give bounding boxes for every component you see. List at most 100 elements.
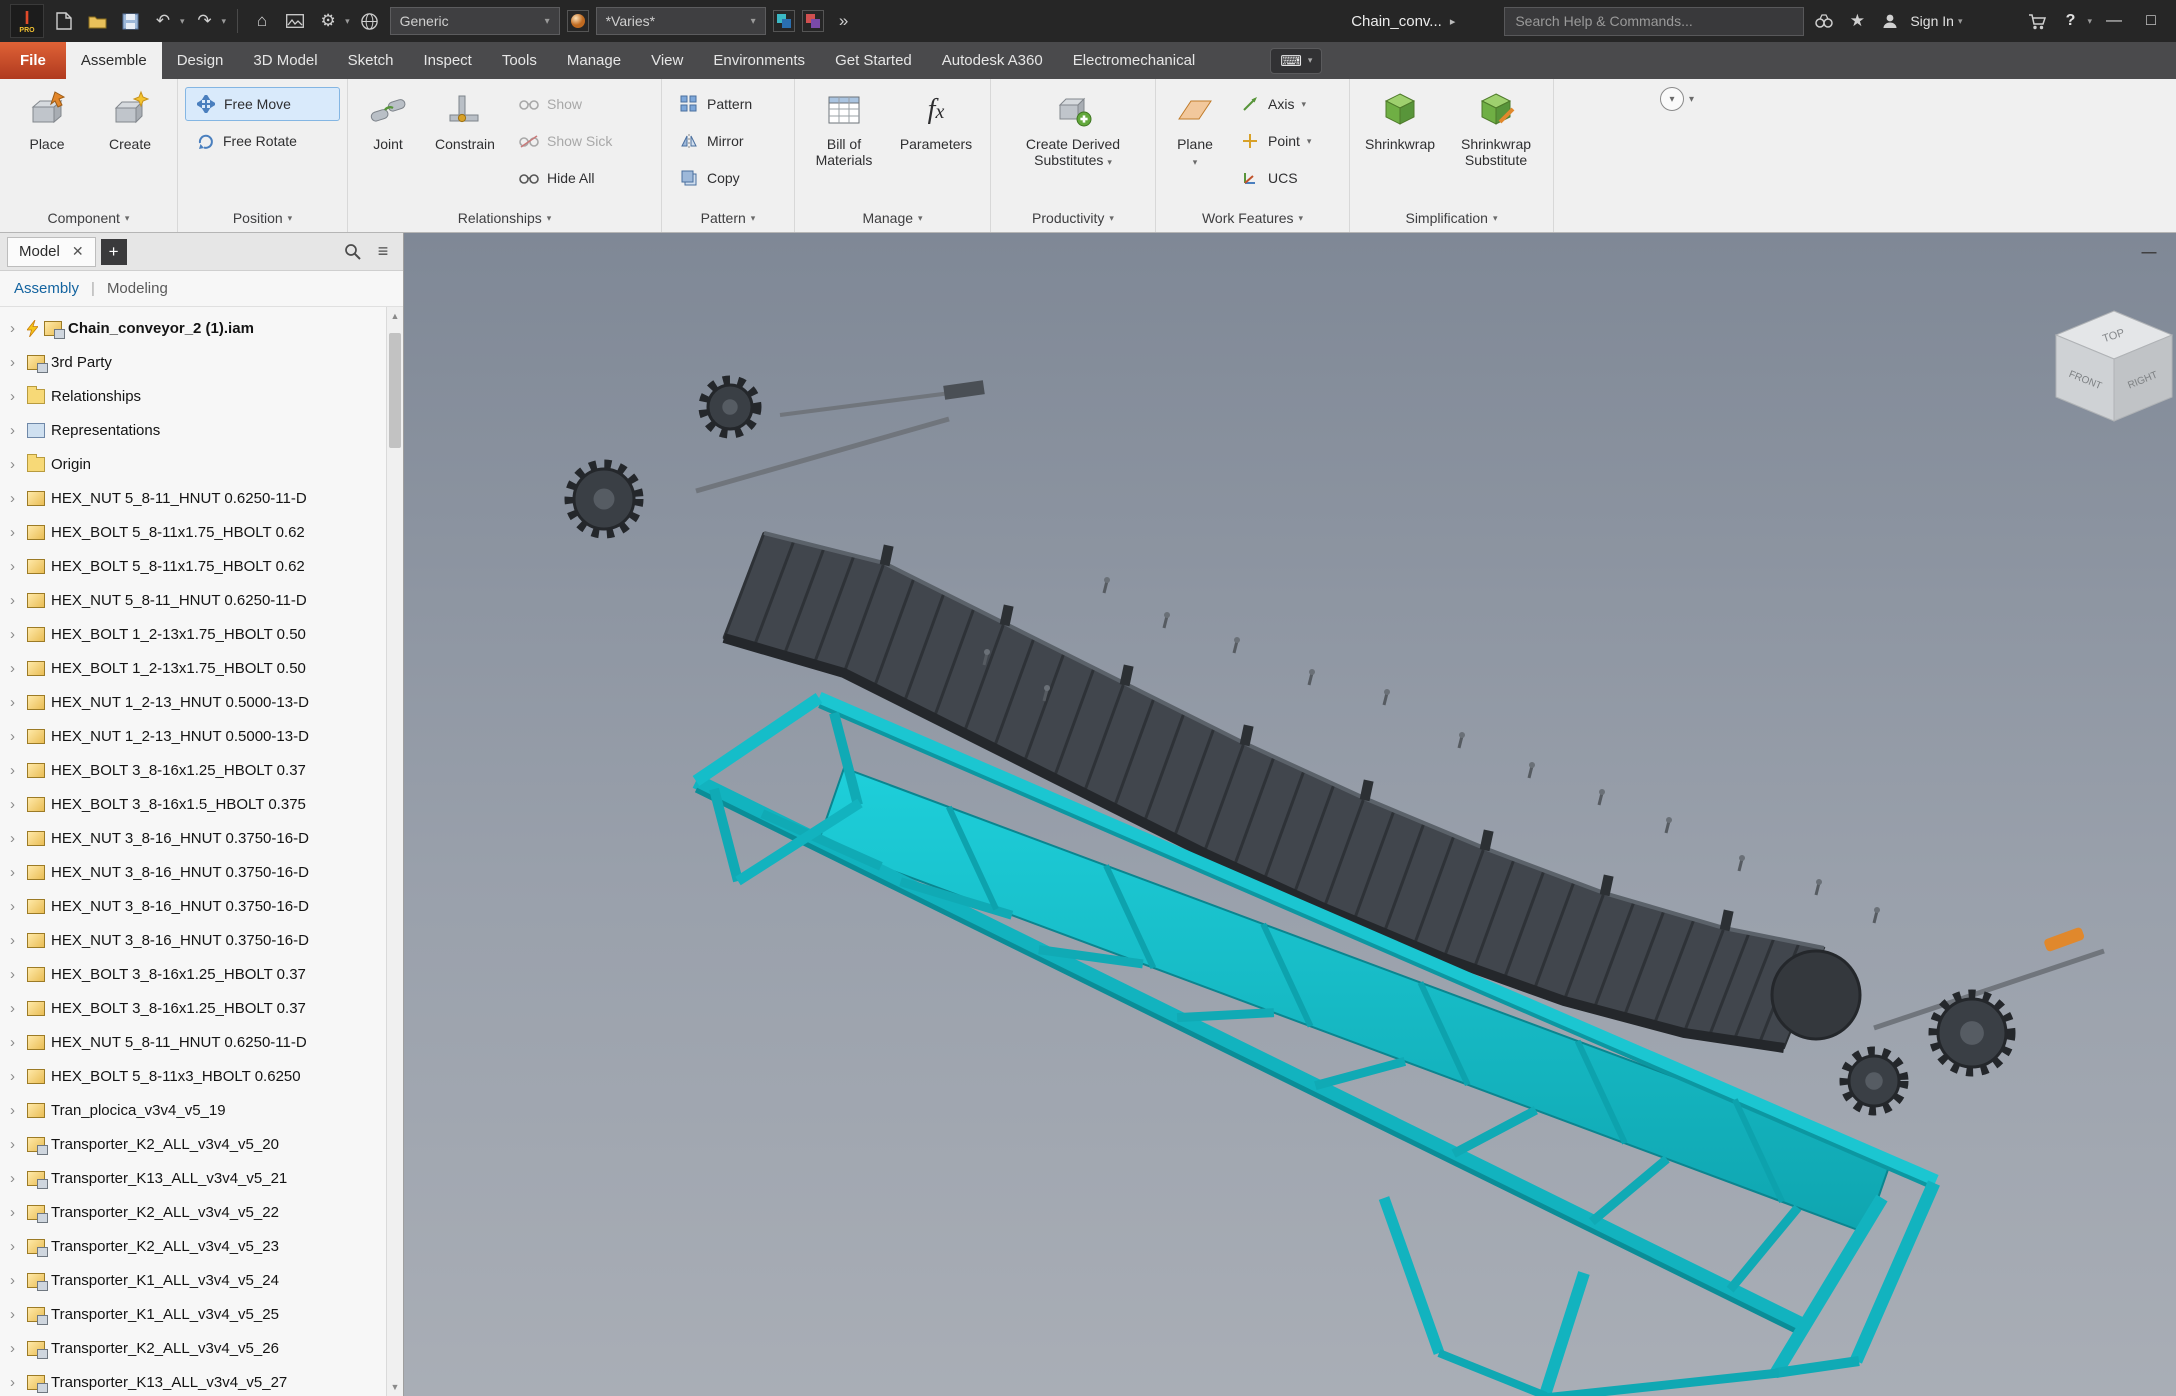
panel-label-component[interactable]: Component ▾ bbox=[0, 204, 177, 232]
tree-item[interactable]: › Transporter_K2_ALL_v3v4_v5_26 bbox=[6, 1331, 383, 1365]
tree-item[interactable]: › Representations bbox=[6, 413, 383, 447]
material-dropdown[interactable]: Generic ▾ bbox=[389, 7, 560, 35]
ribbon-options-pill[interactable]: ⌨ ▾ bbox=[1270, 47, 1323, 74]
shrinkwrap-button[interactable]: Shrinkwrap bbox=[1357, 82, 1443, 204]
shrinkwrap-substitute-button[interactable]: Shrinkwrap Substitute bbox=[1446, 82, 1546, 204]
adjust-swatch2-button[interactable] bbox=[801, 10, 824, 32]
expand-icon[interactable]: › bbox=[10, 762, 21, 779]
browser-tab-model[interactable]: Model ✕ bbox=[7, 236, 96, 267]
sprocket[interactable] bbox=[1839, 1046, 1909, 1116]
expand-icon[interactable]: › bbox=[10, 490, 21, 507]
expand-icon[interactable]: › bbox=[10, 388, 21, 405]
subtab-modeling[interactable]: Modeling bbox=[107, 280, 168, 297]
help-button[interactable]: ? bbox=[2057, 8, 2083, 34]
tree-item[interactable]: › HEX_BOLT 3_8-16x1.25_HBOLT 0.37 bbox=[6, 753, 383, 787]
place-button[interactable]: Place bbox=[7, 82, 87, 204]
joint-button[interactable]: Joint bbox=[355, 82, 421, 204]
search-input[interactable] bbox=[1504, 6, 1805, 36]
ucs-button[interactable]: UCS bbox=[1230, 161, 1342, 195]
free-rotate-button[interactable]: Free Rotate bbox=[185, 124, 340, 158]
panel-label-relationships[interactable]: Relationships ▾ bbox=[348, 204, 661, 232]
constrain-button[interactable]: Constrain bbox=[424, 82, 506, 204]
sprocket[interactable] bbox=[564, 459, 644, 539]
tree-item[interactable]: › 3rd Party bbox=[6, 345, 383, 379]
tree-item[interactable]: › HEX_NUT 3_8-16_HNUT 0.3750-16-D bbox=[6, 855, 383, 889]
expand-icon[interactable]: › bbox=[10, 354, 21, 371]
undo-dropdown[interactable]: ▾ bbox=[180, 16, 185, 27]
sign-in-button[interactable]: Sign In bbox=[1910, 13, 1954, 29]
expand-icon[interactable]: › bbox=[10, 966, 21, 983]
globe-button[interactable] bbox=[357, 8, 383, 34]
material-ball-button[interactable] bbox=[566, 10, 589, 32]
copy-button[interactable]: Copy bbox=[669, 161, 787, 195]
tree-item[interactable]: › Tran_plocica_v3v4_v5_19 bbox=[6, 1093, 383, 1127]
sign-in-dropdown[interactable]: ▾ bbox=[1958, 16, 1963, 27]
tree-item[interactable]: › Transporter_K2_ALL_v3v4_v5_23 bbox=[6, 1229, 383, 1263]
tree-item[interactable]: › HEX_BOLT 1_2-13x1.75_HBOLT 0.50 bbox=[6, 617, 383, 651]
window-maximize-button[interactable]: □ bbox=[2136, 12, 2166, 30]
search-submit-button[interactable] bbox=[1811, 8, 1837, 34]
tab-file[interactable]: File bbox=[0, 42, 66, 79]
expand-icon[interactable]: › bbox=[10, 1204, 21, 1221]
tree-item[interactable]: › Transporter_K13_ALL_v3v4_v5_27 bbox=[6, 1365, 383, 1396]
expand-icon[interactable]: › bbox=[10, 320, 21, 337]
adjust-swatch-button[interactable] bbox=[772, 10, 795, 32]
tree-item[interactable]: › Transporter_K1_ALL_v3v4_v5_24 bbox=[6, 1263, 383, 1297]
point-button[interactable]: Point ▾ bbox=[1230, 124, 1342, 158]
tab-electromechanical[interactable]: Electromechanical bbox=[1058, 42, 1211, 79]
tab-design[interactable]: Design bbox=[162, 42, 239, 79]
sprocket[interactable] bbox=[1928, 989, 2016, 1077]
overflow-button[interactable]: » bbox=[831, 8, 857, 34]
panel-label-manage[interactable]: Manage ▾ bbox=[795, 204, 990, 232]
expand-icon[interactable]: › bbox=[10, 524, 21, 541]
plane-button[interactable]: Plane ▾ bbox=[1163, 82, 1227, 204]
tree-item[interactable]: › Transporter_K13_ALL_v3v4_v5_21 bbox=[6, 1161, 383, 1195]
tree-item[interactable]: › HEX_BOLT 1_2-13x1.75_HBOLT 0.50 bbox=[6, 651, 383, 685]
tree-item[interactable]: › Transporter_K1_ALL_v3v4_v5_25 bbox=[6, 1297, 383, 1331]
subtab-assembly[interactable]: Assembly bbox=[14, 280, 79, 297]
new-file-button[interactable] bbox=[51, 8, 77, 34]
tree-item[interactable]: › HEX_NUT 5_8-11_HNUT 0.6250-11-D bbox=[6, 1025, 383, 1059]
window-minimize-button[interactable]: ― bbox=[2099, 12, 2129, 30]
browser-menu-button[interactable]: ≡ bbox=[370, 239, 396, 265]
tab-environments[interactable]: Environments bbox=[698, 42, 820, 79]
expand-icon[interactable]: › bbox=[10, 660, 21, 677]
viewcube[interactable]: TOP FRONT RIGHT bbox=[2054, 310, 2174, 422]
tree-item[interactable]: › HEX_NUT 5_8-11_HNUT 0.6250-11-D bbox=[6, 481, 383, 515]
expand-icon[interactable]: › bbox=[10, 1340, 21, 1357]
expand-icon[interactable]: › bbox=[10, 864, 21, 881]
save-button[interactable] bbox=[117, 8, 143, 34]
expand-icon[interactable]: › bbox=[10, 830, 21, 847]
panel-label-work-features[interactable]: Work Features ▾ bbox=[1156, 204, 1349, 232]
panel-label-simplification[interactable]: Simplification ▾ bbox=[1350, 204, 1553, 232]
panel-label-position[interactable]: Position ▾ bbox=[178, 204, 347, 232]
measure-dropdown[interactable]: ▾ bbox=[345, 16, 350, 27]
account-button[interactable] bbox=[1877, 8, 1903, 34]
tab-sketch[interactable]: Sketch bbox=[333, 42, 409, 79]
ribbon-collapse-button[interactable]: ▾ bbox=[1660, 87, 1684, 111]
tab-view[interactable]: View bbox=[636, 42, 698, 79]
add-browser-tab-button[interactable]: + bbox=[100, 238, 127, 265]
tree-item[interactable]: › Relationships bbox=[6, 379, 383, 413]
cart-button[interactable] bbox=[2024, 8, 2050, 34]
expand-icon[interactable]: › bbox=[10, 728, 21, 745]
tree-item[interactable]: › HEX_NUT 1_2-13_HNUT 0.5000-13-D bbox=[6, 719, 383, 753]
create-derived-substitutes-button[interactable]: Create Derived Substitutes ▾ bbox=[998, 82, 1148, 204]
viewport-3d[interactable]: TOP FRONT RIGHT ― bbox=[404, 233, 2176, 1396]
tree-item[interactable]: › HEX_BOLT 3_8-16x1.25_HBOLT 0.37 bbox=[6, 957, 383, 991]
panel-label-productivity[interactable]: Productivity ▾ bbox=[991, 204, 1155, 232]
expand-icon[interactable]: › bbox=[10, 1272, 21, 1289]
tab-assemble[interactable]: Assemble bbox=[65, 42, 162, 79]
expand-icon[interactable]: › bbox=[10, 932, 21, 949]
browser-search-button[interactable] bbox=[339, 239, 365, 265]
expand-icon[interactable]: › bbox=[10, 1170, 21, 1187]
redo-button[interactable]: ↷ bbox=[192, 8, 218, 34]
mirror-button[interactable]: Mirror bbox=[669, 124, 787, 158]
parameters-button[interactable]: fx Parameters bbox=[889, 82, 983, 204]
tree-item[interactable]: › HEX_NUT 3_8-16_HNUT 0.3750-16-D bbox=[6, 923, 383, 957]
redo-dropdown[interactable]: ▾ bbox=[222, 16, 227, 27]
show-sick-button[interactable]: Show Sick bbox=[509, 124, 654, 158]
expand-icon[interactable]: › bbox=[10, 1068, 21, 1085]
tab-3d-model[interactable]: 3D Model bbox=[238, 42, 332, 79]
browser-scrollbar[interactable]: ▲ ▼ bbox=[386, 307, 403, 1396]
